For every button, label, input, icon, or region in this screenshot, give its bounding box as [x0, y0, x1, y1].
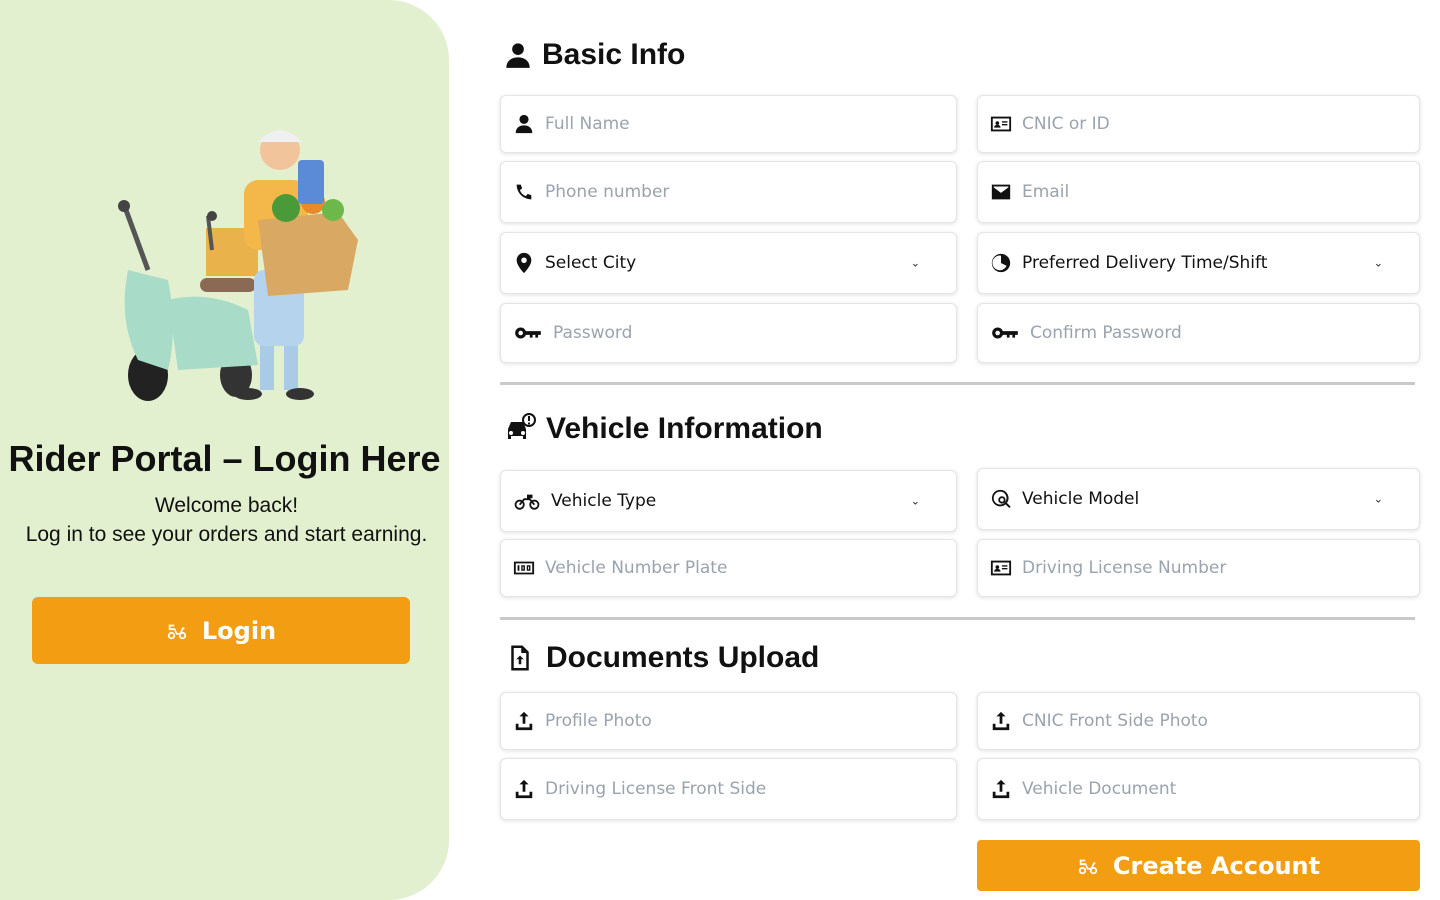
- chevron-down-icon: ⌄: [1373, 492, 1383, 506]
- shift-select-value: Preferred Delivery Time/Shift: [1022, 253, 1268, 273]
- section-divider: [500, 382, 1415, 385]
- phone-icon: [513, 181, 535, 203]
- file-upload-icon: [504, 642, 536, 674]
- vehicle-model-value: Vehicle Model: [1022, 489, 1140, 509]
- page-title: Rider Portal – Login Here: [8, 438, 441, 479]
- key-icon: [990, 322, 1020, 344]
- key-icon: [513, 322, 543, 344]
- id-card-icon: [990, 557, 1012, 579]
- cnic-placeholder: CNIC or ID: [1022, 114, 1110, 134]
- license-number-placeholder: Driving License Number: [1022, 558, 1227, 578]
- vehicle-type-value: Vehicle Type: [551, 491, 657, 511]
- full-name-field[interactable]: Full Name: [500, 95, 957, 153]
- search-globe-icon: [990, 488, 1012, 510]
- upload-icon: [990, 778, 1012, 800]
- basic-info-heading: Basic Info: [504, 38, 685, 72]
- user-icon: [504, 41, 532, 69]
- profile-photo-upload[interactable]: Profile Photo: [500, 692, 957, 750]
- documents-heading: Documents Upload: [504, 641, 819, 675]
- city-select-value: Select City: [545, 253, 637, 273]
- profile-photo-placeholder: Profile Photo: [545, 711, 652, 731]
- login-button-label: Login: [201, 616, 277, 645]
- phone-placeholder: Phone number: [545, 182, 670, 202]
- car-alert-icon: [504, 413, 536, 445]
- phone-field[interactable]: Phone number: [500, 161, 957, 223]
- license-front-placeholder: Driving License Front Side: [545, 779, 767, 799]
- create-account-label: Create Account: [1112, 851, 1321, 880]
- upload-icon: [513, 778, 535, 800]
- welcome-text: Welcome back!: [154, 494, 299, 517]
- basic-info-title: Basic Info: [542, 38, 686, 71]
- vehicle-info-title: Vehicle Information: [546, 412, 823, 445]
- cnic-front-upload[interactable]: CNIC Front Side Photo: [977, 692, 1420, 750]
- upload-icon: [990, 710, 1012, 732]
- plate-field[interactable]: Vehicle Number Plate: [500, 539, 957, 597]
- map-pin-icon: [513, 252, 535, 274]
- vehicle-type-select[interactable]: Vehicle Type ⌄: [500, 470, 957, 532]
- chevron-down-icon: ⌄: [910, 494, 920, 508]
- envelope-icon: [990, 181, 1012, 203]
- id-card-icon: [990, 113, 1012, 135]
- email-placeholder: Email: [1022, 182, 1070, 202]
- create-account-button[interactable]: Create Account: [977, 840, 1420, 891]
- plate-placeholder: Vehicle Number Plate: [545, 558, 728, 578]
- vehicle-info-heading: Vehicle Information: [504, 412, 823, 446]
- chevron-down-icon: ⌄: [1373, 256, 1383, 270]
- cnic-front-placeholder: CNIC Front Side Photo: [1022, 711, 1208, 731]
- cnic-field[interactable]: CNIC or ID: [977, 95, 1420, 153]
- vehicle-model-select[interactable]: Vehicle Model ⌄: [977, 468, 1420, 530]
- clock-icon: [990, 252, 1012, 274]
- email-field[interactable]: Email: [977, 161, 1420, 223]
- vehicle-document-upload[interactable]: Vehicle Document: [977, 758, 1420, 820]
- confirm-password-field[interactable]: Confirm Password: [977, 303, 1420, 363]
- login-button[interactable]: Login: [32, 597, 410, 664]
- shift-select[interactable]: Preferred Delivery Time/Shift ⌄: [977, 232, 1420, 294]
- chevron-down-icon: ⌄: [910, 256, 920, 270]
- license-front-upload[interactable]: Driving License Front Side: [500, 758, 957, 820]
- motorbike-icon: [513, 490, 541, 512]
- password-field[interactable]: Password: [500, 303, 957, 363]
- license-number-field[interactable]: Driving License Number: [977, 539, 1420, 597]
- confirm-password-placeholder: Confirm Password: [1030, 323, 1182, 343]
- user-icon: [513, 113, 535, 135]
- full-name-placeholder: Full Name: [545, 114, 630, 134]
- vehicle-document-placeholder: Vehicle Document: [1022, 779, 1177, 799]
- city-select[interactable]: Select City ⌄: [500, 232, 957, 294]
- login-subtitle: Log in to see your orders and start earn…: [25, 523, 428, 546]
- scooter-icon: [1077, 855, 1099, 877]
- scooter-icon: [166, 620, 188, 642]
- section-divider: [500, 617, 1415, 620]
- password-placeholder: Password: [553, 323, 633, 343]
- documents-title: Documents Upload: [546, 641, 820, 674]
- left-panel: Rider Portal – Login Here Welcome back! …: [0, 0, 449, 900]
- delivery-rider-illustration: [118, 130, 358, 401]
- number-plate-icon: [513, 557, 535, 579]
- upload-icon: [513, 710, 535, 732]
